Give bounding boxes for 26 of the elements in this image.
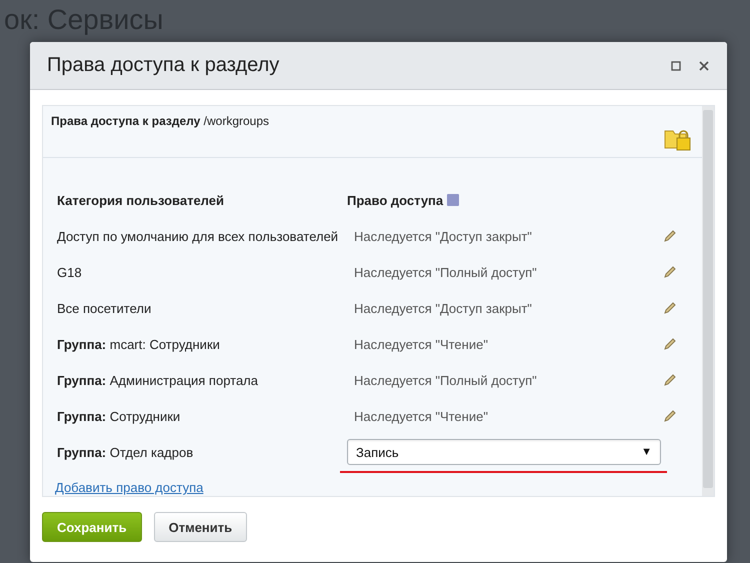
access-value: Наследуется "Полный доступ": [353, 372, 538, 388]
pencil-icon[interactable]: [663, 229, 677, 243]
category-label: Все посетители: [57, 300, 152, 316]
category-label: Группа: Отдел кадров: [57, 444, 194, 460]
access-value: Наследуется "Чтение": [353, 336, 489, 352]
pencil-icon[interactable]: [663, 337, 677, 351]
category-label: Группа: Сотрудники: [57, 408, 182, 424]
category-label: Группа: Администрация портала: [57, 372, 259, 388]
add-access-link[interactable]: Добавить право доступа: [55, 480, 204, 495]
access-value: Наследуется "Доступ закрыт": [353, 300, 533, 316]
access-value: Наследуется "Чтение": [353, 408, 489, 424]
category-label: G18: [57, 264, 83, 280]
pencil-icon[interactable]: [663, 409, 677, 423]
cancel-button[interactable]: Отменить: [154, 512, 248, 542]
access-value: Наследуется "Доступ закрыт": [353, 228, 533, 244]
column-header: Категория пользователей: [57, 192, 225, 208]
pencil-icon[interactable]: [663, 265, 677, 279]
column-header: Право доступа: [347, 192, 444, 208]
scrollbar-thumb[interactable]: [703, 110, 713, 488]
category-label: Доступ по умолчанию для всех пользователей: [57, 228, 340, 244]
pencil-icon[interactable]: [663, 301, 677, 315]
dialog-title: Права доступа к разделу: [47, 54, 280, 77]
category-label: Группа: mcart: Сотрудники: [57, 336, 221, 352]
section-header: Права доступа к разделу /workgroups: [51, 114, 270, 130]
access-value: Наследуется "Полный доступ": [353, 264, 538, 280]
pencil-icon[interactable]: [663, 373, 677, 387]
